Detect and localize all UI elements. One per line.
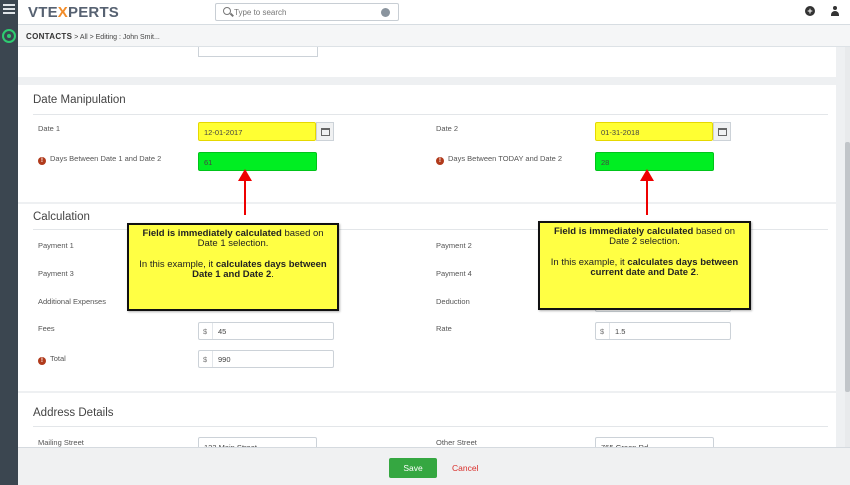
annotation-callout-right: Field is immediately calculated based on… bbox=[538, 221, 751, 310]
previous-panel bbox=[18, 47, 836, 77]
search-icon bbox=[223, 7, 231, 15]
hamburger-menu-icon[interactable] bbox=[3, 4, 15, 14]
breadcrumb-module[interactable]: CONTACTS bbox=[26, 32, 72, 41]
breadcrumb-record: Editing : John Smit... bbox=[95, 34, 160, 41]
date1-label: Date 1 bbox=[38, 124, 61, 133]
deduction-label: Deduction bbox=[436, 297, 470, 306]
date1-calendar-button[interactable] bbox=[316, 122, 334, 141]
annotation-arrow-left bbox=[238, 169, 252, 215]
currency-symbol: $ bbox=[199, 323, 213, 339]
total-label: ! Total bbox=[38, 354, 66, 365]
fees-value: 45 bbox=[218, 327, 227, 336]
panel-title: Date Manipulation bbox=[33, 94, 126, 106]
calendar-icon bbox=[321, 128, 330, 136]
info-icon[interactable]: ! bbox=[436, 157, 444, 165]
divider bbox=[33, 426, 828, 427]
total-input[interactable]: $ 990 bbox=[198, 350, 334, 368]
panel-title: Calculation bbox=[33, 211, 90, 223]
total-value: 990 bbox=[218, 355, 231, 364]
contacts-module-icon[interactable] bbox=[2, 29, 16, 43]
date2-calendar-button[interactable] bbox=[713, 122, 731, 141]
quick-create-icon[interactable]: + bbox=[805, 6, 815, 16]
payment3-label: Payment 3 bbox=[38, 269, 74, 278]
date2-label: Date 2 bbox=[436, 124, 459, 133]
rate-label: Rate bbox=[436, 324, 452, 333]
breadcrumb-separator: > bbox=[74, 34, 79, 41]
previous-field-input[interactable] bbox=[198, 47, 318, 57]
date2-input[interactable]: 01-31-2018 bbox=[595, 122, 713, 141]
edit-form: Date Manipulation Date 1 12-01-2017 Date… bbox=[18, 47, 850, 447]
global-search[interactable]: Type to search bbox=[215, 3, 399, 21]
scrollbar-thumb[interactable] bbox=[845, 142, 850, 392]
annotation-callout-left: Field is immediately calculated based on… bbox=[127, 223, 339, 311]
form-footer: Save Cancel bbox=[18, 447, 850, 485]
payment4-label: Payment 4 bbox=[436, 269, 472, 278]
user-icon[interactable] bbox=[830, 6, 840, 16]
cancel-link[interactable]: Cancel bbox=[452, 463, 478, 473]
fees-label: Fees bbox=[38, 324, 55, 333]
fees-input[interactable]: $ 45 bbox=[198, 322, 334, 340]
address-details-panel: Address Details Mailing Street 123 Main … bbox=[18, 393, 836, 447]
payment2-label: Payment 2 bbox=[436, 241, 472, 250]
breadcrumb-separator: > bbox=[89, 34, 94, 41]
date1-input[interactable]: 12-01-2017 bbox=[198, 122, 316, 141]
mailing-street-label: Mailing Street bbox=[38, 438, 84, 447]
additional-expenses-label: Additional Expenses bbox=[38, 297, 106, 306]
annotation-arrow-right bbox=[640, 169, 654, 215]
vtexperts-logo[interactable]: VTEXPERTS bbox=[28, 4, 119, 21]
vertical-scrollbar[interactable] bbox=[845, 47, 850, 447]
days-between-field[interactable]: 61 bbox=[198, 152, 317, 171]
payment1-label: Payment 1 bbox=[38, 241, 74, 250]
rate-value: 1.5 bbox=[615, 327, 626, 336]
date-manipulation-panel: Date Manipulation Date 1 12-01-2017 Date… bbox=[18, 85, 836, 202]
days-today-label: ! Days Between TODAY and Date 2 bbox=[436, 154, 562, 165]
divider bbox=[33, 114, 828, 115]
calendar-icon bbox=[718, 128, 727, 136]
days-today-field[interactable]: 28 bbox=[595, 152, 714, 171]
info-icon[interactable]: ! bbox=[38, 357, 46, 365]
panel-title: Address Details bbox=[33, 407, 114, 419]
search-input-placeholder[interactable]: Type to search bbox=[234, 8, 286, 17]
breadcrumb-all[interactable]: All bbox=[80, 34, 88, 41]
save-button[interactable]: Save bbox=[389, 458, 437, 478]
search-options-icon[interactable] bbox=[381, 8, 390, 17]
info-icon[interactable]: ! bbox=[38, 157, 46, 165]
currency-symbol: $ bbox=[596, 323, 610, 339]
left-sidebar bbox=[0, 0, 18, 485]
currency-symbol: $ bbox=[199, 351, 213, 367]
mailing-street-input[interactable]: 123 Main Street bbox=[198, 437, 317, 447]
top-bar: VTEXPERTS Type to search + bbox=[18, 0, 850, 25]
days-between-label: ! Days Between Date 1 and Date 2 bbox=[38, 154, 161, 165]
rate-input[interactable]: $ 1.5 bbox=[595, 322, 731, 340]
other-street-input[interactable]: 765 Green Rd bbox=[595, 437, 714, 447]
breadcrumb: CONTACTS > All > Editing : John Smit... bbox=[18, 25, 850, 47]
other-street-label: Other Street bbox=[436, 438, 477, 447]
